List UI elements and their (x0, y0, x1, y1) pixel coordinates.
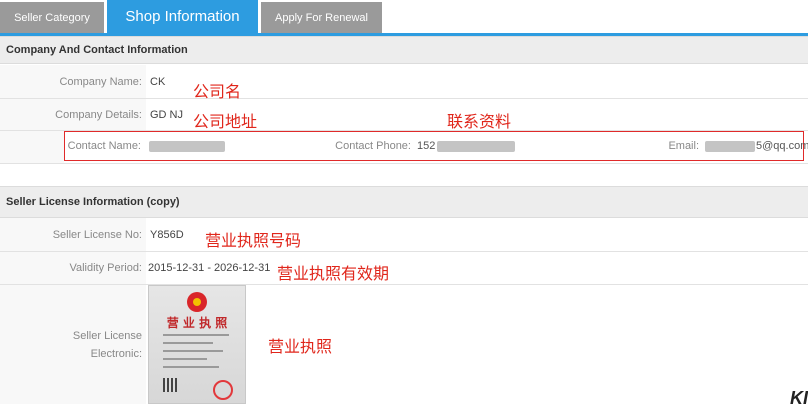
license-image-title: 营 业 执 照 (166, 316, 228, 330)
company-name-row: Company Name: CK (0, 65, 808, 99)
license-text-line (163, 334, 229, 336)
license-text-line (163, 358, 207, 360)
license-section-header: Seller License Information (copy) (0, 186, 808, 218)
tab-shop-information[interactable]: Shop Information (107, 0, 258, 33)
redacted-phone (437, 140, 516, 152)
redacted-name (149, 140, 225, 152)
license-no-row: Seller License No: Y856D (0, 218, 808, 252)
license-text-line (163, 366, 219, 368)
contact-phone-value: 152 (417, 132, 516, 160)
license-no-value: Y856D (150, 228, 184, 241)
license-electronic-label: Seller License Electronic: (0, 285, 146, 404)
license-no-annotation: 营业执照号码 (205, 231, 302, 250)
email-suffix: 5@qq.com (756, 140, 808, 152)
validity-value: 2015-12-31 - 2026-12-31 (148, 262, 271, 274)
company-details-row: Company Details: GD NJ (0, 99, 808, 131)
license-electronic-annotation: 营业执照 (268, 337, 333, 356)
corner-text: KI (790, 388, 808, 404)
contact-annotation: 联系资料 (447, 112, 512, 131)
tab-apply-for-renewal[interactable]: Apply For Renewal (261, 2, 382, 33)
license-text-line (163, 342, 213, 344)
validity-annotation: 营业执照有效期 (277, 264, 390, 283)
contact-name-label: Contact Name: (67, 140, 141, 152)
license-electronic-label-line1: Seller License (72, 329, 142, 342)
company-name-value: CK (150, 75, 166, 88)
license-electronic-label-line2: Electronic: (90, 347, 142, 360)
company-name-label: Company Name: (0, 65, 146, 98)
email-value: 5@qq.com (705, 132, 808, 160)
email-label: Email: (668, 140, 699, 152)
company-details-value: GD NJ (150, 108, 183, 121)
license-no-label: Seller License No: (0, 218, 146, 251)
contact-name-value (149, 132, 225, 160)
national-emblem-icon (187, 292, 207, 312)
contact-info-highlight: Contact Name: Contact Phone: 152 Email: … (64, 131, 808, 161)
license-image-thumbnail[interactable]: 营 业 执 照 (148, 285, 246, 404)
license-electronic-row: Seller License Electronic: (0, 285, 808, 404)
contact-phone-prefix: 152 (417, 140, 436, 152)
validity-row: Validity Period: 2015-12-31 - 2026-12-31 (0, 252, 808, 285)
validity-label: Validity Period: (0, 252, 146, 284)
license-text-line (163, 350, 223, 352)
contact-phone-label: Contact Phone: (335, 140, 411, 152)
tab-seller-category[interactable]: Seller Category (0, 2, 104, 33)
contact-row-gutter (0, 131, 64, 163)
official-stamp-icon (213, 380, 233, 400)
company-details-annotation: 公司地址 (193, 112, 258, 131)
company-details-label: Company Details: (0, 99, 146, 130)
tab-bar: Seller Category Shop Information Apply F… (0, 0, 808, 36)
company-section-header: Company And Contact Information (0, 36, 808, 64)
redacted-email (705, 140, 755, 152)
qr-code-icon (163, 378, 177, 392)
